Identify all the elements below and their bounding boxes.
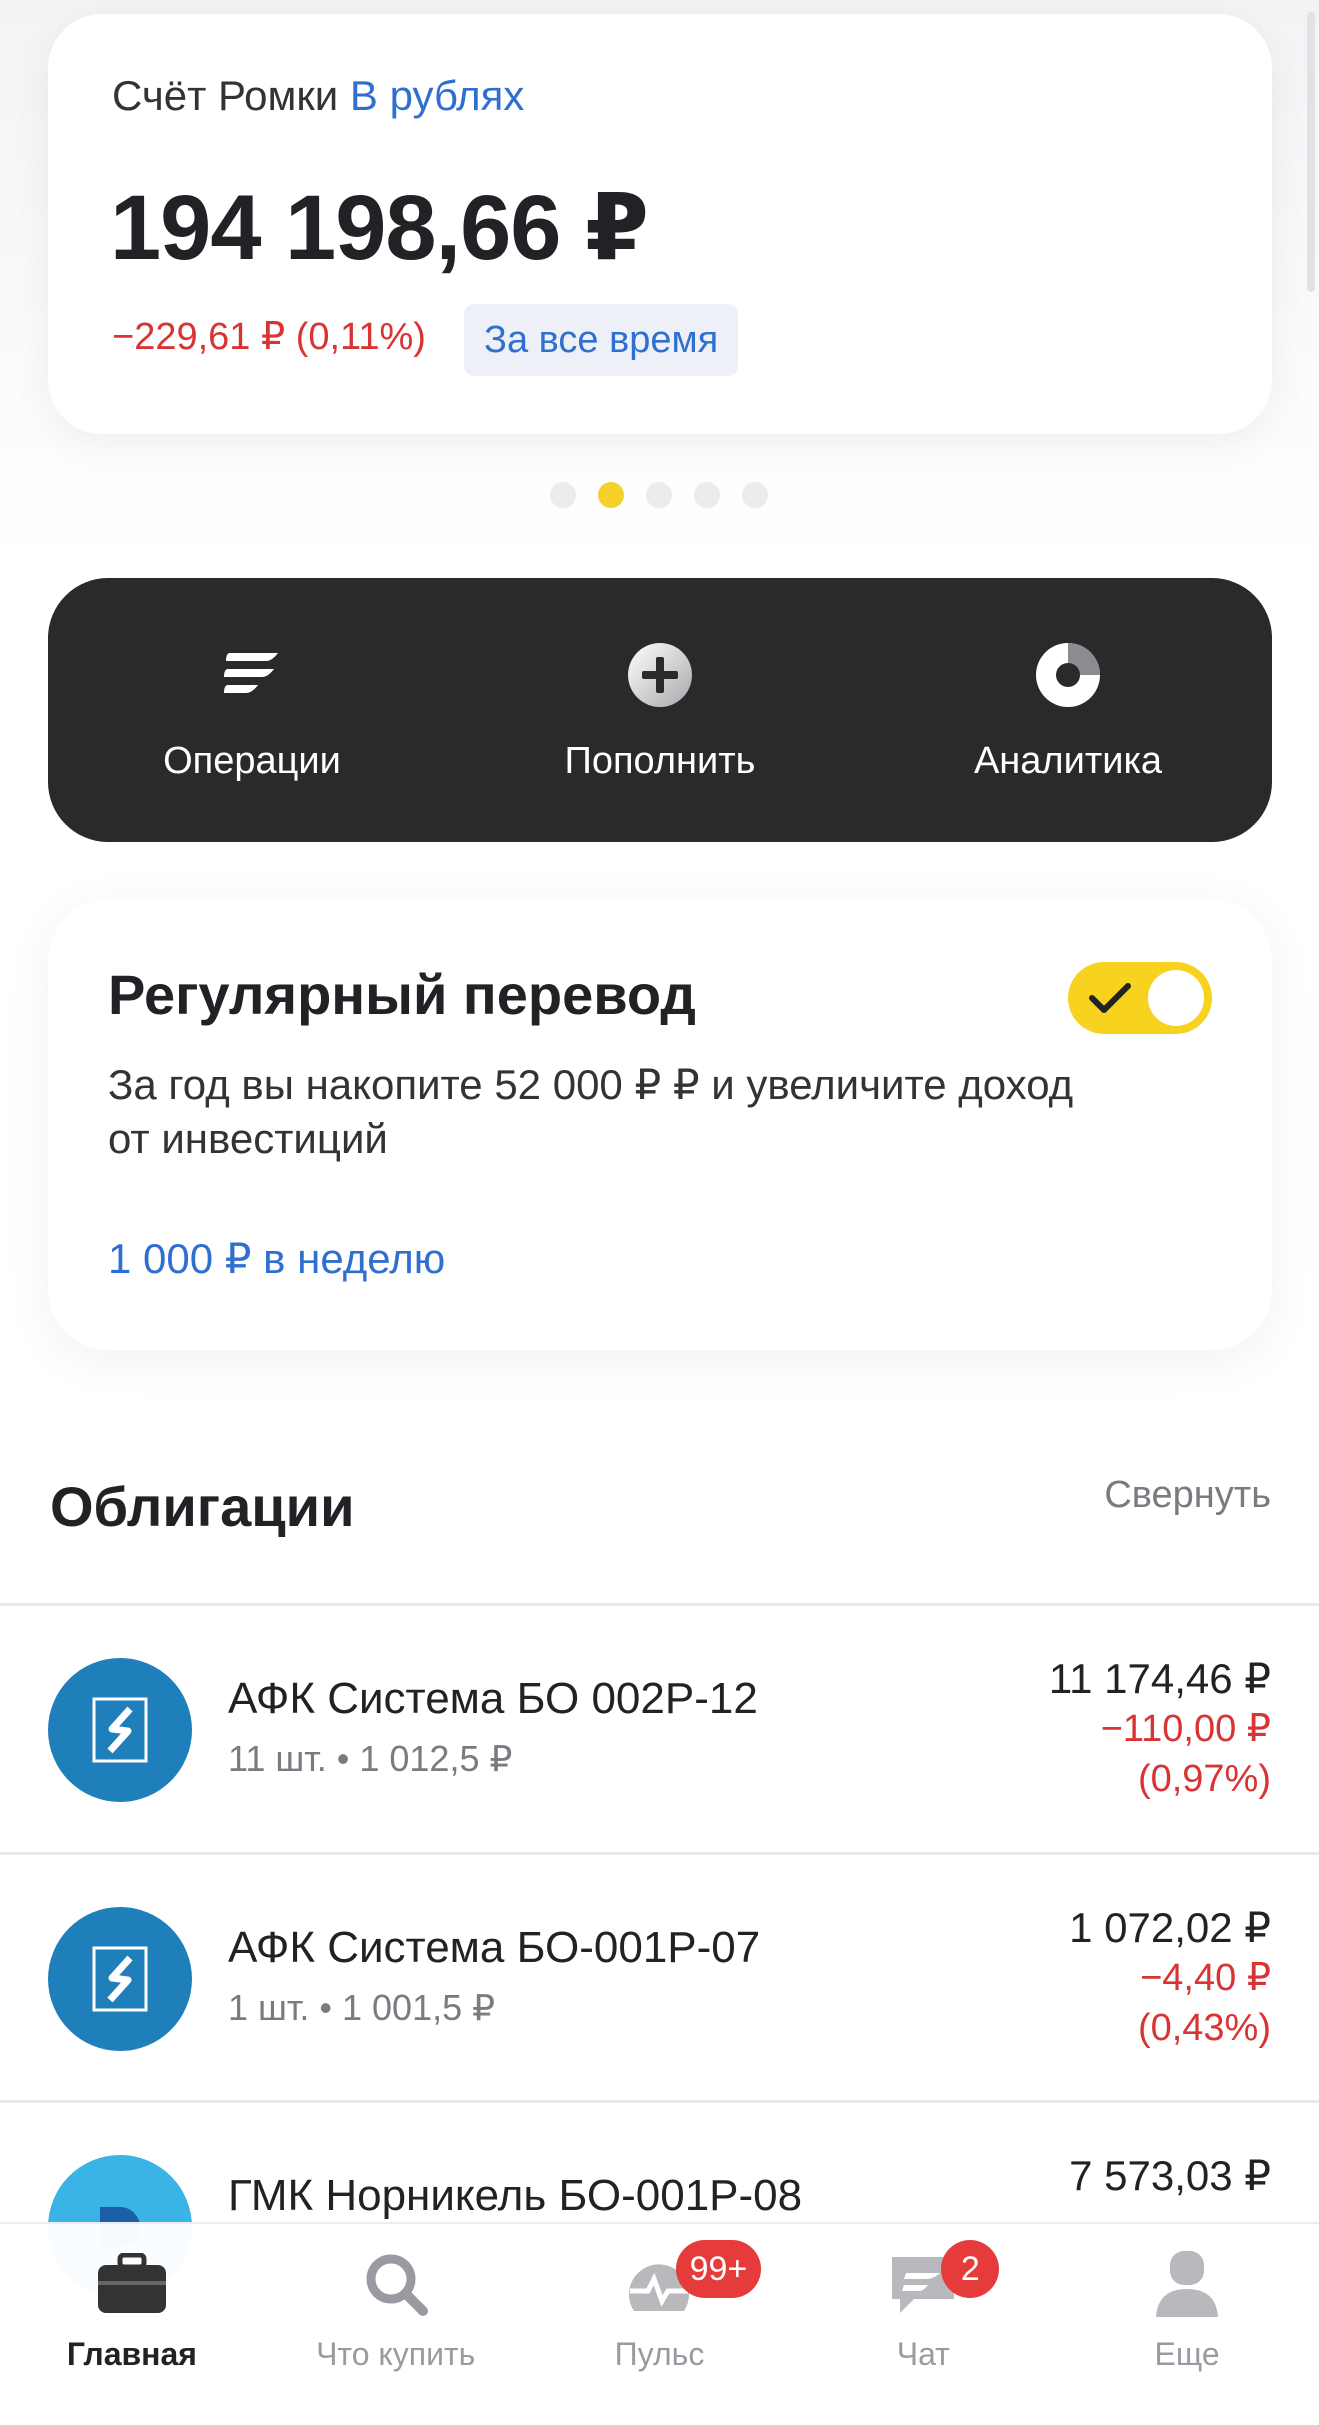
operations-button[interactable]: Операции xyxy=(48,578,456,842)
toggle-knob xyxy=(1148,970,1204,1026)
tab-chat[interactable]: Чат 2 xyxy=(791,2224,1055,2425)
bond-value: 1 072,02 ₽ xyxy=(1069,1904,1271,1951)
bond-details: 11 шт. • 1 012,5 ₽ xyxy=(228,1738,513,1779)
pie-chart-icon xyxy=(1033,640,1103,710)
bond-name: ГМК Норникель БО-001Р-08 xyxy=(228,2171,803,2220)
bond-name: АФК Система БО 002Р-12 xyxy=(228,1674,758,1723)
account-title: Счёт Ромки В рублях xyxy=(112,72,524,120)
top-up-button[interactable]: Пополнить xyxy=(456,578,864,842)
carousel-dot xyxy=(550,482,576,508)
account-balance: 194 198,66 ₽ xyxy=(110,177,649,279)
carousel-dot xyxy=(742,482,768,508)
analytics-label: Аналитика xyxy=(973,740,1163,782)
collapse-button[interactable]: Свернуть xyxy=(1104,1474,1271,1517)
plus-circle-icon xyxy=(625,640,695,710)
tab-home[interactable]: Главная xyxy=(0,2224,264,2425)
top-up-label: Пополнить xyxy=(564,740,756,782)
notification-badge: 99+ xyxy=(675,2240,762,2298)
briefcase-icon xyxy=(92,2246,172,2322)
bond-delta: −4,40 ₽ xyxy=(1140,1957,1271,1999)
bond-row[interactable]: АФК Система БО-001Р-07 1 шт. • 1 001,5 ₽… xyxy=(0,1855,1319,2101)
tab-label: Пульс xyxy=(614,2336,705,2372)
carousel-dot-active xyxy=(598,482,624,508)
bond-delta-percent: (0,97%) xyxy=(1137,1758,1271,1800)
bond-value: 11 174,46 ₽ xyxy=(1048,1655,1271,1702)
bond-price-block: 7 573,03 ₽ xyxy=(1069,2151,1271,2201)
scrollbar[interactable] xyxy=(1307,12,1315,292)
bond-details: 1 шт. • 1 001,5 ₽ xyxy=(228,1987,496,2028)
regular-transfer-amount-link[interactable]: 1 000 ₽ в неделю xyxy=(108,1234,445,1283)
tab-what-to-buy[interactable]: Что купить xyxy=(264,2224,528,2425)
action-bar: Операции Пополнить Аналитика xyxy=(48,578,1272,842)
afk-sistema-logo xyxy=(48,1658,192,1802)
tab-bar: Главная Что купить Пульс 99+ Чат 2 Еще xyxy=(0,2222,1319,2425)
afk-sistema-logo xyxy=(48,1907,192,2051)
regular-transfer-toggle[interactable] xyxy=(1068,962,1212,1034)
bond-delta-percent: (0,43%) xyxy=(1137,2007,1271,2049)
regular-transfer-title: Регулярный перевод xyxy=(108,963,696,1026)
operations-label: Операции xyxy=(163,740,341,782)
bond-delta: −110,00 ₽ xyxy=(1100,1708,1271,1750)
bond-row[interactable]: АФК Система БО 002Р-12 11 шт. • 1 012,5 … xyxy=(0,1606,1319,1852)
bond-name: АФК Система БО-001Р-07 xyxy=(228,1923,761,1972)
tab-label: Чат xyxy=(896,2336,950,2372)
tab-pulse[interactable]: Пульс 99+ xyxy=(528,2224,792,2425)
profile-icon xyxy=(1147,2246,1227,2322)
analytics-button[interactable]: Аналитика xyxy=(864,578,1272,842)
currency-selector[interactable]: В рублях xyxy=(350,72,524,119)
account-name: Счёт Ромки xyxy=(112,72,339,119)
notification-badge: 2 xyxy=(941,2240,1000,2298)
tab-more[interactable]: Еще xyxy=(1055,2224,1319,2425)
carousel-dot xyxy=(646,482,672,508)
tab-label: Еще xyxy=(1154,2336,1220,2372)
operations-icon xyxy=(217,640,287,710)
check-icon xyxy=(1089,983,1131,1013)
carousel-dot xyxy=(694,482,720,508)
account-change: −229,61 ₽ (0,11%) xyxy=(112,316,426,358)
bond-price-block: 1 072,02 ₽ −4,40 ₽ (0,43%) xyxy=(1069,1903,1271,2053)
regular-transfer-card[interactable]: Регулярный перевод За год вы накопите 52… xyxy=(48,900,1272,1350)
regular-transfer-description: За год вы накопите 52 000 ₽ ₽ и увеличит… xyxy=(108,1061,1074,1162)
bonds-section-title: Облигации xyxy=(50,1475,355,1538)
tab-label: Что купить xyxy=(316,2336,476,2372)
period-button[interactable]: За все время xyxy=(464,304,739,376)
account-card[interactable]: Счёт Ромки В рублях 194 198,66 ₽ −229,61… xyxy=(48,14,1272,434)
tab-label: Главная xyxy=(66,2336,197,2372)
carousel-indicator xyxy=(550,482,768,508)
bond-price-block: 11 174,46 ₽ −110,00 ₽ (0,97%) xyxy=(1049,1654,1271,1804)
bond-value: 7 573,03 ₽ xyxy=(1069,2152,1271,2199)
search-icon xyxy=(356,2246,436,2322)
